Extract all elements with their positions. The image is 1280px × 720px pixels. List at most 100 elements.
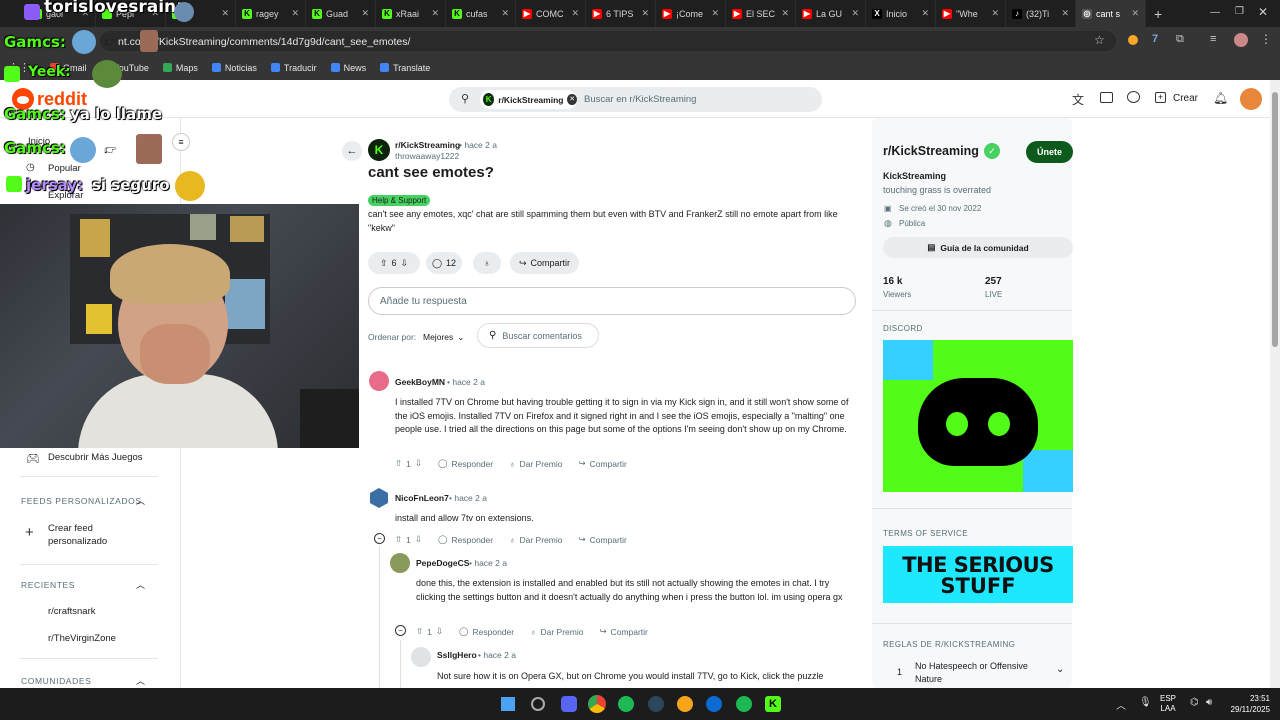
windows-start-icon[interactable] (501, 697, 515, 711)
reading-list-icon[interactable]: ≡ (1210, 33, 1216, 45)
browser-tab[interactable]: ▶ 6 TIPS ✕ (586, 0, 656, 27)
tab-close-icon[interactable]: ✕ (991, 8, 999, 19)
downvote-icon[interactable]: ⇩ (436, 626, 443, 637)
comment-search[interactable]: ⚲ Buscar comentarios (477, 323, 599, 348)
discord-image[interactable] (883, 340, 1073, 492)
create-plus-icon[interactable]: + (1155, 92, 1166, 103)
microphone-icon[interactable]: 🎙︎ (1139, 697, 1152, 708)
scrollbar-thumb[interactable] (1272, 92, 1278, 347)
kick-app-icon[interactable]: K (765, 696, 781, 712)
downvote-icon[interactable]: ⇩ (415, 458, 422, 469)
sidebar-item-popular[interactable]: Popular (48, 163, 81, 174)
community-guide-button[interactable]: ▤ Guía de la comunidad (883, 237, 1073, 258)
app-icon[interactable] (677, 696, 693, 712)
join-button[interactable]: Únete (1026, 141, 1073, 163)
recent-item-thevirginzone[interactable]: r/TheVirginZone (48, 633, 116, 644)
sort-dropdown[interactable]: Mejores ⌄ (423, 332, 464, 343)
clock[interactable]: 23:51 29/11/2025 (1226, 693, 1270, 715)
edge-app-icon[interactable] (706, 696, 722, 712)
chevron-up-icon[interactable]: ︿ (136, 674, 145, 687)
reply-button[interactable]: Responder (473, 627, 515, 637)
upvote-icon[interactable]: ⇧ (380, 258, 388, 269)
tab-close-icon[interactable]: ✕ (781, 8, 789, 19)
tab-close-icon[interactable]: ✕ (431, 8, 439, 19)
collapse-menu-icon[interactable]: ≡ (172, 133, 190, 151)
tab-close-icon[interactable]: ✕ (1061, 8, 1069, 19)
volume-icon[interactable]: 🔊︎ (1206, 697, 1212, 708)
extension-icon[interactable] (1128, 35, 1138, 45)
browser-tab[interactable]: KxRaai ✕ (376, 0, 446, 27)
browser-tab[interactable]: Kcufas ✕ (446, 0, 516, 27)
communities-section-title[interactable]: COMUNIDADES (21, 676, 91, 686)
ads-icon[interactable] (1100, 92, 1113, 103)
translate-icon[interactable]: 文 (1072, 91, 1084, 108)
tray-chevron-icon[interactable]: ︿ (1116, 697, 1126, 712)
bookmark-item[interactable]: Maps (162, 63, 198, 73)
close-window-icon[interactable]: ✕ (1258, 5, 1268, 19)
post-author[interactable]: throwaaway1222 (395, 151, 459, 161)
user-avatar[interactable] (1240, 88, 1262, 110)
comment-author[interactable]: GeekBoyMN (395, 377, 445, 387)
comment-author[interactable]: NicoFnLeon7 (395, 493, 449, 503)
browser-tab[interactable]: ▶ COMC ✕ (516, 0, 586, 27)
language-indicator[interactable]: ESP LAA (1160, 694, 1176, 714)
comment-author[interactable]: PepeDogeCS (416, 558, 469, 568)
browser-tab[interactable]: ▶ El SEC ✕ (726, 0, 796, 27)
award-button[interactable]: ♁ (473, 252, 501, 274)
bookmark-item[interactable]: Translate (380, 63, 430, 73)
profile-avatar[interactable] (1234, 33, 1248, 47)
steam-app-icon[interactable] (648, 696, 664, 712)
create-button[interactable]: Crear (1173, 93, 1198, 104)
browser-tab[interactable]: ▶ ¡Come ✕ (656, 0, 726, 27)
chrome-app-icon[interactable] (588, 695, 606, 713)
browser-tab[interactable]: ◎ cant s ✕ (1076, 0, 1146, 27)
spotify-app-icon[interactable] (736, 696, 752, 712)
reply-button[interactable]: Responder (452, 459, 494, 469)
avatar[interactable] (390, 553, 410, 573)
chevron-up-icon[interactable]: ︿ (136, 578, 145, 591)
community-name[interactable]: r/KickStreaming (883, 144, 979, 158)
collapse-thread-icon[interactable]: − (374, 533, 385, 544)
tab-close-icon[interactable]: ✕ (921, 8, 929, 19)
browser-tab[interactable]: ♪ (32)Ti ✕ (1006, 0, 1076, 27)
scrollbar[interactable] (1270, 80, 1280, 688)
collapse-thread-icon[interactable]: − (395, 625, 406, 636)
award-button[interactable]: Dar Premio (519, 535, 562, 545)
post-flair[interactable]: Help & Support (368, 195, 431, 206)
chevron-up-icon[interactable]: ︿ (136, 494, 145, 507)
avatar[interactable] (369, 371, 389, 391)
browser-tab[interactable]: ▶ La GU ✕ (796, 0, 866, 27)
upvote-icon[interactable]: ⇧ (395, 534, 402, 545)
tab-close-icon[interactable]: ✕ (711, 8, 719, 19)
recent-item-craftsnark[interactable]: r/craftsnark (48, 606, 96, 617)
tab-close-icon[interactable]: ✕ (851, 8, 859, 19)
bookmark-item[interactable]: News (330, 63, 366, 73)
downvote-icon[interactable]: ⇩ (415, 534, 422, 545)
minimize-icon[interactable]: — (1210, 7, 1220, 18)
kick-community-icon[interactable]: K (368, 139, 390, 161)
tab-close-icon[interactable]: ✕ (291, 8, 299, 19)
award-button[interactable]: Dar Premio (540, 627, 583, 637)
downvote-icon[interactable]: ⇩ (401, 258, 409, 269)
share-button[interactable]: ↪ Compartir (510, 252, 579, 274)
clear-chip-icon[interactable]: ✕ (567, 94, 577, 105)
network-icon[interactable]: ⌬ (1190, 697, 1199, 708)
browser-tab[interactable]: K Guad ✕ (306, 0, 376, 27)
browser-tab[interactable]: ▶ "Whe ✕ (936, 0, 1006, 27)
new-tab-icon[interactable]: + (1154, 6, 1162, 22)
bookmark-item[interactable]: Traducir (270, 63, 317, 73)
reply-input[interactable]: Añade tu respuesta (368, 287, 856, 315)
tab-close-icon[interactable]: ✕ (571, 8, 579, 19)
notifications-bell-icon[interactable]: 🔔︎ (1213, 91, 1228, 105)
comment-author[interactable]: SsllgHero (437, 650, 477, 660)
comments-button[interactable]: ◯ 12 (426, 252, 462, 274)
upvote-icon[interactable]: ⇧ (395, 458, 402, 469)
search-icon[interactable] (531, 697, 545, 711)
discord-app-icon[interactable] (561, 696, 577, 712)
7tv-extension-icon[interactable]: 7 (1152, 33, 1158, 45)
upvote-icon[interactable]: ⇧ (416, 626, 423, 637)
search-bar[interactable]: ⚲ K r/KickStreaming ✕ Buscar en r/KickSt… (449, 87, 822, 112)
tos-image[interactable]: THE SERIOUS STUFF (883, 546, 1073, 603)
post-subreddit[interactable]: r/KickStreaming (395, 140, 460, 150)
bookmark-item[interactable]: Noticias (211, 63, 257, 73)
